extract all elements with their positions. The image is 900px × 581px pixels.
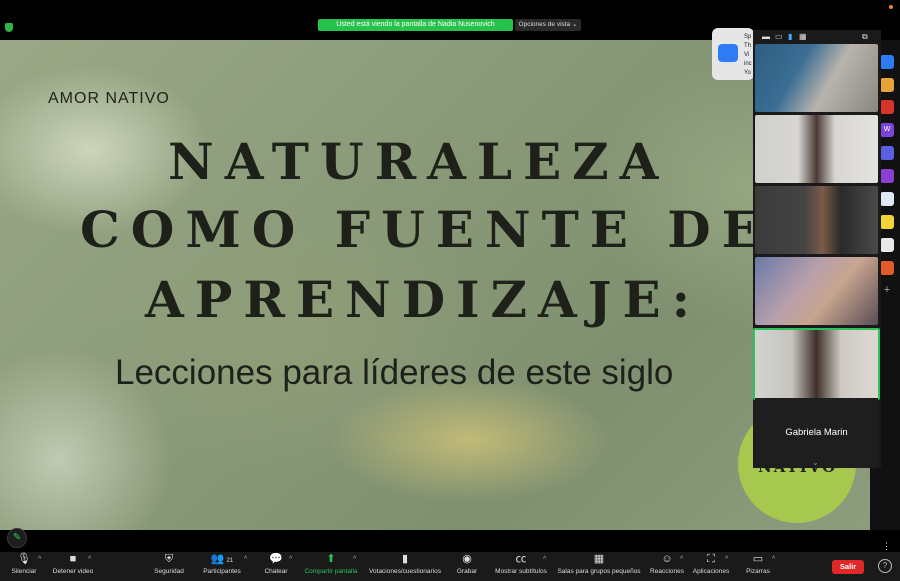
speaker-view-icon[interactable]: ▮ [788,32,792,41]
slide-brand: AMOR NATIVO [48,90,170,107]
dock-app-icon[interactable] [880,238,894,252]
subtitles-options-caret[interactable]: ^ [543,556,546,563]
top-bar [0,0,900,19]
breakout-rooms-button[interactable]: ▦ Salas para grupos pequeños [556,553,642,575]
slide-title-line-1: NATURALEZA [168,132,670,191]
help-icon[interactable]: ? [878,559,892,573]
mute-options-caret[interactable]: ^ [38,556,41,563]
polls-chart-icon: ▮ [401,553,409,565]
participants-icon: 👥 21 [210,553,234,565]
view-options-button[interactable]: Opciones de vista ⌄ [515,19,581,31]
annotate-pencil-icon[interactable]: ✎ [7,528,27,548]
participant-video[interactable] [755,115,878,183]
shared-screen: AMOR NATIVO NATURALEZA COMO FUENTE DE AP… [0,40,870,530]
participant-video[interactable] [755,44,878,112]
mail-notification[interactable]: Sp Th Vi inc Yo [712,28,754,80]
video-options-caret[interactable]: ^ [88,556,91,563]
subtitles-button[interactable]: ㏄ Mostrar subtítulos [492,553,550,575]
more-options-icon[interactable]: ⋮ [882,541,891,552]
screen-sharing-banner: Usted está viendo la pantalla de Nadia N… [318,19,513,31]
dock-app-icon[interactable] [880,100,894,114]
security-button[interactable]: ⛨ Seguridad [151,553,187,575]
slide-subtitle: Lecciones para líderes de este siglo [115,353,674,392]
mute-button[interactable]: 🎙 Silenciar [8,553,40,575]
security-shield-icon[interactable] [5,23,13,32]
dock-app-icon[interactable] [880,78,894,92]
dock-app-icon[interactable] [880,215,894,229]
add-app-icon[interactable]: + [880,283,894,297]
grid-view-icon[interactable]: ▦ [799,32,807,41]
chat-button[interactable]: 💬 Chatear [262,553,290,575]
view-options-label: Opciones de vista [518,21,571,28]
share-screen-icon: ⬆ [326,553,336,565]
breakout-grid-icon: ▦ [593,553,605,565]
microphone-icon: 🎙 [17,553,31,565]
participant-count: 21 [226,558,234,564]
slide-title-line-3: APRENDIZAJE: [145,270,702,329]
participants-options-caret[interactable]: ^ [244,556,247,563]
dock-app-icon[interactable] [880,55,894,69]
notification-text: Sp Th Vi inc Yo [744,34,752,76]
chat-options-caret[interactable]: ^ [289,556,292,563]
share-screen-button[interactable]: ⬆ Compartir pantalla [302,553,360,575]
slide-title-line-2: COMO FUENTE DE [80,200,771,259]
participant-video[interactable] [755,186,878,254]
record-button[interactable]: ◉ Grabar [454,553,480,575]
chat-bubble-icon: 💬 [269,553,283,565]
minimize-icon[interactable]: ▬ [762,32,770,41]
polls-button[interactable]: ▮ Votaciones/cuestionarios [366,553,444,575]
dock-app-icon[interactable] [880,192,894,206]
status-dot [889,5,893,9]
record-icon: ◉ [462,553,472,565]
reactions-options-caret[interactable]: ^ [680,556,683,563]
leave-meeting-button[interactable]: Salir [832,560,864,574]
strip-view-icon[interactable]: ▭ [775,32,783,41]
active-speaker-video[interactable] [753,328,880,400]
participants-button[interactable]: 👥 21 Participantes [199,553,245,575]
dock-app-icon[interactable] [880,146,894,160]
share-options-caret[interactable]: ^ [353,556,356,563]
mail-app-icon [718,44,738,62]
whiteboards-options-caret[interactable]: ^ [772,556,775,563]
dock-app-icon[interactable]: W [880,123,894,137]
dock-app-icon[interactable] [880,261,894,275]
closed-caption-icon: ㏄ [515,553,527,565]
apps-options-caret[interactable]: ^ [725,556,728,563]
shield-icon: ⛨ [164,553,174,565]
chevron-down-icon: ⌄ [572,21,578,28]
exit-fullscreen-icon[interactable]: ⧉ [862,32,868,42]
gallery-scroll-down-icon[interactable]: ⌄ [812,458,819,467]
dock-app-icon[interactable] [880,169,894,183]
whiteboards-button[interactable]: ▭ Pizarras [744,553,772,575]
participant-video[interactable] [755,257,878,325]
whiteboard-icon: ▭ [752,553,764,565]
